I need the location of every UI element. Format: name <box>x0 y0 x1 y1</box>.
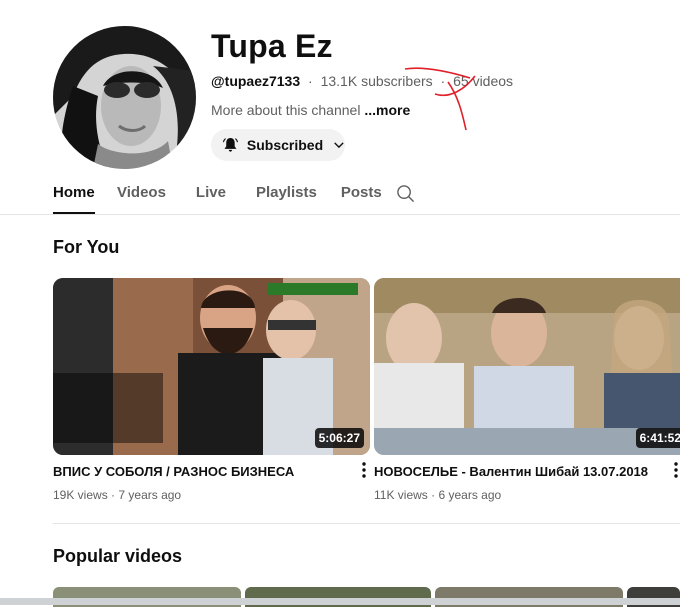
search-icon[interactable] <box>396 184 415 203</box>
subscribed-label: Subscribed <box>246 137 324 153</box>
thumbnail-image <box>374 278 680 455</box>
bell-icon <box>222 137 239 152</box>
channel-tabs: Home Videos Live Playlists Posts <box>53 180 382 215</box>
video-meta: 19K views · 7 years ago <box>53 488 181 502</box>
subscribed-button[interactable]: Subscribed <box>211 129 345 161</box>
video-age: 7 years ago <box>118 488 182 502</box>
avatar-image <box>53 26 196 169</box>
video-views: 19K views <box>53 488 108 502</box>
video-thumbnail[interactable]: 6:41:52 <box>374 278 680 455</box>
chevron-down-icon <box>334 142 344 149</box>
video-duration: 6:41:52 <box>635 428 680 448</box>
channel-handle: @tupaez7133 <box>211 73 301 89</box>
bottom-edge <box>0 598 680 605</box>
tab-posts[interactable]: Posts <box>341 180 382 214</box>
video-card[interactable]: 5:06:27 ВПИС У СОБОЛЯ / РАЗНОС БИЗНЕСА 1… <box>53 278 370 502</box>
section-title-popular: Popular videos <box>53 546 183 566</box>
channel-name: Tupa Ez <box>211 28 333 64</box>
about-text: More about this channel <box>211 102 361 118</box>
tab-home[interactable]: Home <box>53 180 95 214</box>
tabs-divider <box>0 214 680 215</box>
video-age: 6 years ago <box>438 488 502 502</box>
more-vert-icon[interactable] <box>672 461 680 479</box>
video-title[interactable]: НОВОСЕЛЬЕ - Валентин Шибай 13.07.2018 <box>374 464 674 479</box>
tab-videos[interactable]: Videos <box>117 180 166 214</box>
video-views: 11K views <box>374 488 428 502</box>
meta-separator: · <box>308 73 313 89</box>
channel-avatar[interactable] <box>53 26 196 169</box>
red-annotation-scribble <box>404 67 476 131</box>
video-title[interactable]: ВПИС У СОБОЛЯ / РАЗНОС БИЗНЕСА <box>53 464 353 479</box>
more-vert-icon[interactable] <box>360 461 368 479</box>
video-card[interactable]: 6:41:52 НОВОСЕЛЬЕ - Валентин Шибай 13.07… <box>374 278 680 502</box>
meta-separator: · <box>431 488 436 502</box>
section-title-for-you: For You <box>53 237 120 257</box>
about-channel-link[interactable]: More about this channel ...more <box>211 102 410 118</box>
video-meta: 11K views · 6 years ago <box>374 488 501 502</box>
meta-separator: · <box>111 488 116 502</box>
section-divider <box>53 523 680 524</box>
video-duration: 5:06:27 <box>314 428 364 448</box>
video-thumbnail[interactable]: 5:06:27 <box>53 278 370 455</box>
tab-playlists[interactable]: Playlists <box>256 180 317 214</box>
tab-live[interactable]: Live <box>196 180 226 214</box>
